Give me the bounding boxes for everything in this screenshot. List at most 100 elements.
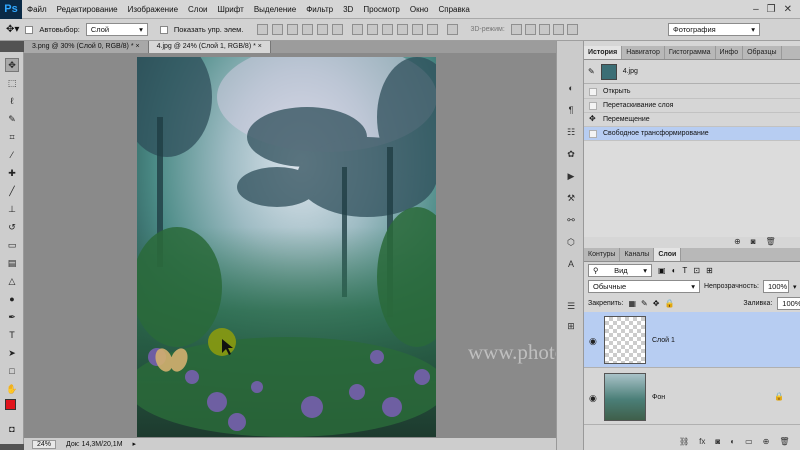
eraser-tool-icon[interactable]: ▭ (5, 238, 19, 252)
layer-row-selected[interactable]: ◉ Слой 1 (584, 312, 800, 368)
history-step-selected[interactable]: Свободное трансформирование (584, 127, 800, 141)
quick-mask-icon[interactable]: ◘ (5, 422, 19, 436)
tab-history[interactable]: История (584, 46, 623, 59)
align-right-icon[interactable] (332, 24, 344, 35)
autoselect-dropdown[interactable]: Слой ▾ (85, 23, 148, 36)
layer-filter-dropdown[interactable]: ⚲ Вид ▾ (588, 264, 652, 277)
tab-info[interactable]: Инфо (716, 46, 744, 59)
dodge-tool-icon[interactable]: ● (5, 292, 19, 306)
path-selection-tool-icon[interactable]: ➤ (5, 346, 19, 360)
tool-presets-icon[interactable]: ⚒ (564, 191, 578, 205)
move-tool-icon[interactable]: ✥ (5, 58, 19, 72)
distribute-left-icon[interactable] (397, 24, 409, 35)
distribute-top-icon[interactable] (352, 24, 364, 35)
filter-smart-icon[interactable]: ⊞ (706, 266, 713, 275)
filter-type-icon[interactable]: T (682, 266, 687, 275)
tab-layers[interactable]: Слои (654, 248, 682, 261)
filter-shape-icon[interactable]: ⊡ (693, 266, 700, 275)
rectangle-tool-icon[interactable]: □ (5, 364, 19, 378)
layer-row[interactable]: ◉ Фон 🔒 (584, 369, 800, 425)
distribute-vcenter-icon[interactable] (367, 24, 379, 35)
chevron-right-icon[interactable]: ▸ (133, 440, 137, 448)
opacity-input[interactable]: 100% (763, 280, 789, 293)
menu-filter[interactable]: Фильтр (301, 5, 338, 14)
menu-file[interactable]: Файл (22, 5, 52, 14)
distribute-bottom-icon[interactable] (382, 24, 394, 35)
align-hcenter-icon[interactable] (317, 24, 329, 35)
minimize-icon[interactable]: – (753, 4, 759, 15)
new-document-icon[interactable]: ⊕ (734, 237, 741, 246)
hand-tool-icon[interactable]: ✋ (5, 382, 19, 396)
filter-adjustment-icon[interactable]: ◐ (672, 266, 677, 275)
history-step[interactable]: ✥ Перемещение (584, 113, 800, 127)
tab-4-jpg[interactable]: 4.jpg @ 24% (Слой 1, RGB/8) * × (148, 41, 271, 53)
layer-name[interactable]: Фон (652, 394, 665, 401)
foreground-color-swatch[interactable] (5, 399, 16, 410)
type-tool-icon[interactable]: T (5, 328, 19, 342)
swatches-icon[interactable]: ⊞ (564, 319, 578, 333)
align-vcenter-icon[interactable] (272, 24, 284, 35)
camera-icon[interactable]: ◙ (751, 237, 756, 246)
mask-icon[interactable]: ◙ (715, 437, 720, 446)
align-top-icon[interactable] (257, 24, 269, 35)
auto-align-icon[interactable] (447, 24, 459, 35)
clone-source-icon[interactable]: ⚯ (564, 213, 578, 227)
character-icon[interactable]: A (564, 257, 578, 271)
paragraph-icon[interactable]: ¶ (564, 103, 578, 117)
styles-icon[interactable]: ☰ (564, 299, 578, 313)
tab-3-png[interactable]: 3.png @ 30% (Слой 0, RGB/8) * × (24, 41, 149, 53)
history-step[interactable]: Открыть (584, 85, 800, 99)
tab-histogram[interactable]: Гистограмма (665, 46, 716, 59)
history-step[interactable]: Перетаскивание слоя (584, 99, 800, 113)
quick-select-tool-icon[interactable]: ✎ (5, 112, 19, 126)
3d-rotate-icon[interactable] (510, 24, 522, 35)
move-tool-preset-icon[interactable]: ✥▾ (6, 24, 19, 35)
3d-icon[interactable]: ⬡ (564, 235, 578, 249)
actions-icon[interactable]: ▶ (564, 169, 578, 183)
blend-mode-dropdown[interactable]: Обычные ▾ (588, 280, 700, 293)
tab-paths[interactable]: Контуры (584, 248, 621, 261)
pen-tool-icon[interactable]: ✒ (5, 310, 19, 324)
menu-help[interactable]: Справка (433, 5, 474, 14)
autoselect-checkbox[interactable] (25, 25, 34, 34)
history-brush-tool-icon[interactable]: ↺ (5, 220, 19, 234)
crop-tool-icon[interactable]: ⌗ (5, 130, 19, 144)
distribute-right-icon[interactable] (427, 24, 439, 35)
tab-swatches[interactable]: Образцы (743, 46, 782, 59)
brush-tool-icon[interactable]: ╱ (5, 184, 19, 198)
3d-slide-icon[interactable] (552, 24, 564, 35)
eyedropper-tool-icon[interactable]: ⁄ (5, 148, 19, 162)
3d-scale-icon[interactable] (566, 24, 578, 35)
distribute-hcenter-icon[interactable] (412, 24, 424, 35)
lock-transparent-icon[interactable]: ▦ (628, 299, 636, 308)
healing-brush-tool-icon[interactable]: ✚ (5, 166, 19, 180)
properties-icon[interactable]: ☷ (564, 125, 578, 139)
menu-edit[interactable]: Редактирование (52, 5, 123, 14)
lasso-tool-icon[interactable]: ℓ (5, 94, 19, 108)
visibility-eye-icon[interactable]: ◉ (589, 336, 599, 346)
blur-tool-icon[interactable]: △ (5, 274, 19, 288)
trash-icon[interactable]: 🗑 (766, 237, 776, 246)
menu-window[interactable]: Окно (405, 5, 434, 14)
menu-select[interactable]: Выделение (249, 5, 301, 14)
align-left-icon[interactable] (302, 24, 314, 35)
tab-channels[interactable]: Каналы (620, 248, 655, 261)
tab-navigator[interactable]: Навигатор (622, 46, 665, 59)
close-icon[interactable]: × (136, 43, 140, 50)
fx-icon[interactable]: fx (699, 437, 705, 446)
show-controls-checkbox[interactable] (159, 25, 168, 34)
link-icon[interactable]: ⛓ (679, 437, 689, 446)
3d-roll-icon[interactable] (524, 24, 536, 35)
close-icon[interactable]: × (258, 43, 262, 50)
menu-3d[interactable]: 3D (338, 5, 358, 14)
workspace-dropdown[interactable]: Фотография ▾ (668, 23, 760, 36)
trash-icon[interactable]: 🗑 (779, 437, 789, 446)
menu-layers[interactable]: Слои (183, 5, 212, 14)
clone-stamp-tool-icon[interactable]: ⊥ (5, 202, 19, 216)
folder-icon[interactable]: ▭ (745, 437, 753, 446)
history-snapshot[interactable]: ✎ 4.jpg (584, 60, 800, 84)
lock-pixels-icon[interactable]: ✎ (641, 299, 648, 308)
align-bottom-icon[interactable] (287, 24, 299, 35)
menu-type[interactable]: Шрифт (212, 5, 248, 14)
history-brush-source-icon[interactable]: ✎ (588, 67, 595, 76)
